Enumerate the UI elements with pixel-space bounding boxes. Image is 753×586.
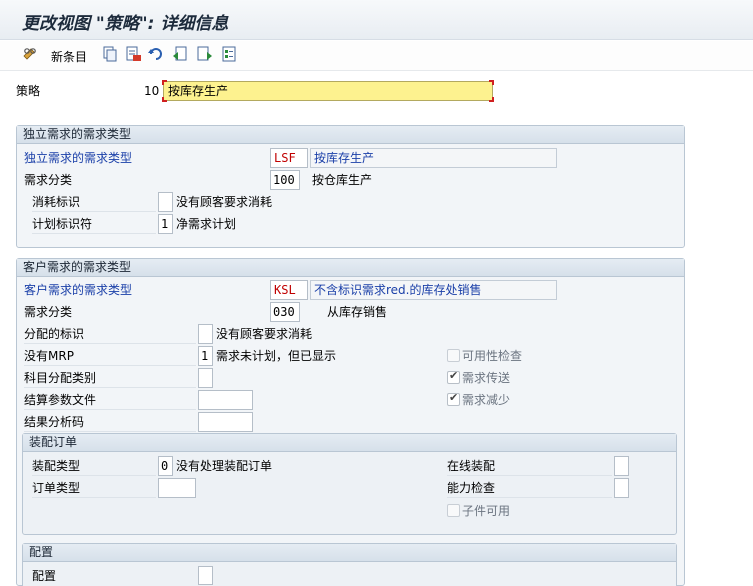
configuration-group: 配置: [22, 543, 677, 586]
planning-indicator-label: 计划标识符: [32, 217, 93, 231]
divider: [24, 343, 196, 344]
group-title: 装配订单: [23, 434, 676, 452]
page-title: 更改视图 "策略": 详细信息: [22, 14, 229, 34]
capacity-check-input[interactable]: [614, 478, 629, 498]
consume-indicator-text: 没有顾客要求消耗: [176, 195, 273, 209]
independent-req-class-input[interactable]: 100: [270, 170, 300, 190]
requirement-reduction-checkbox[interactable]: [447, 391, 460, 406]
order-type-input[interactable]: [158, 478, 196, 498]
availability-check-label: 可用性检查: [462, 349, 523, 363]
policy-code: 10: [144, 84, 160, 98]
independent-req-class-text: 按仓库生产: [312, 173, 373, 187]
independent-req-type-label: 独立需求的需求类型: [24, 151, 133, 165]
allocation-indicator-label: 分配的标识: [24, 327, 85, 341]
online-assembly-label: 在线装配: [447, 459, 496, 473]
assembly-type-label: 装配类型: [32, 459, 81, 473]
requirement-transfer-checkbox[interactable]: [447, 369, 460, 384]
divider: [447, 475, 612, 476]
settlement-profile-label: 结算参数文件: [24, 393, 97, 407]
customer-req-type-text: 不含标识需求red.的库存处销售: [310, 280, 557, 300]
configuration-label: 配置: [32, 569, 57, 583]
no-mrp-input[interactable]: 1: [198, 346, 213, 366]
requirement-transfer-label: 需求传送: [462, 371, 511, 385]
divider: [24, 365, 196, 366]
results-analysis-label: 结果分析码: [24, 415, 85, 429]
account-assignment-input[interactable]: [198, 368, 213, 388]
divider: [24, 409, 196, 410]
divider: [24, 387, 196, 388]
allocation-indicator-input[interactable]: [198, 324, 213, 344]
divider: [32, 211, 156, 212]
divider: [24, 431, 196, 432]
group-title: 配置: [23, 544, 676, 562]
assembly-type-text: 没有处理装配订单: [176, 459, 273, 473]
next-entry-icon[interactable]: [196, 45, 214, 63]
configuration-input[interactable]: [198, 566, 213, 585]
policy-description-text: 按库存生产: [168, 84, 229, 98]
customer-req-class-text: 从库存销售: [327, 305, 388, 319]
independent-req-class-label: 需求分类: [24, 173, 73, 187]
customer-req-class-input[interactable]: 030: [270, 302, 300, 322]
customer-req-type-label: 客户需求的需求类型: [24, 283, 133, 297]
divider: [32, 497, 156, 498]
online-assembly-input[interactable]: [614, 456, 629, 476]
no-mrp-label: 没有MRP: [24, 349, 74, 363]
order-type-label: 订单类型: [32, 481, 81, 495]
delete-icon[interactable]: [124, 45, 142, 63]
capacity-check-label: 能力检查: [447, 481, 496, 495]
policy-description-field[interactable]: 按库存生产: [162, 80, 494, 102]
availability-check-checkbox[interactable]: [447, 349, 460, 362]
assembly-order-group: 装配订单: [22, 433, 677, 535]
independent-req-type-input[interactable]: LSF: [270, 148, 308, 168]
select-all-icon[interactable]: [220, 45, 238, 63]
group-title: 客户需求的需求类型: [17, 259, 684, 277]
field-corner-marker: [162, 80, 167, 85]
component-availability-label: 子件可用: [462, 504, 511, 518]
planning-indicator-text: 净需求计划: [176, 217, 237, 231]
field-corner-marker: [162, 97, 167, 102]
allocation-indicator-text: 没有顾客要求消耗: [216, 327, 313, 341]
independent-req-type-text: 按库存生产: [310, 148, 557, 168]
copy-icon[interactable]: [101, 45, 119, 63]
requirement-reduction-label: 需求减少: [462, 393, 511, 407]
new-entries-button[interactable]: 新条目: [51, 48, 87, 65]
divider: [447, 497, 612, 498]
no-mrp-text: 需求未计划，但已显示: [216, 349, 337, 363]
glasses-pencil-icon[interactable]: [22, 45, 40, 63]
policy-label: 策略: [16, 84, 41, 98]
component-availability-checkbox[interactable]: [447, 504, 460, 517]
consume-indicator-label: 消耗标识: [32, 195, 81, 209]
results-analysis-input[interactable]: [198, 412, 253, 432]
field-corner-marker: [489, 97, 494, 102]
group-title: 独立需求的需求类型: [17, 126, 684, 144]
previous-entry-icon[interactable]: [171, 45, 189, 63]
planning-indicator-input[interactable]: 1: [158, 214, 173, 234]
customer-req-type-input[interactable]: KSL: [270, 280, 308, 300]
account-assignment-label: 科目分配类别: [24, 371, 97, 385]
customer-req-class-label: 需求分类: [24, 305, 73, 319]
consume-indicator-input[interactable]: [158, 192, 173, 212]
divider: [32, 233, 156, 234]
field-corner-marker: [489, 80, 494, 85]
undo-icon[interactable]: [147, 45, 165, 63]
divider: [32, 475, 156, 476]
assembly-type-input[interactable]: 0: [158, 456, 173, 476]
settlement-profile-input[interactable]: [198, 390, 253, 410]
